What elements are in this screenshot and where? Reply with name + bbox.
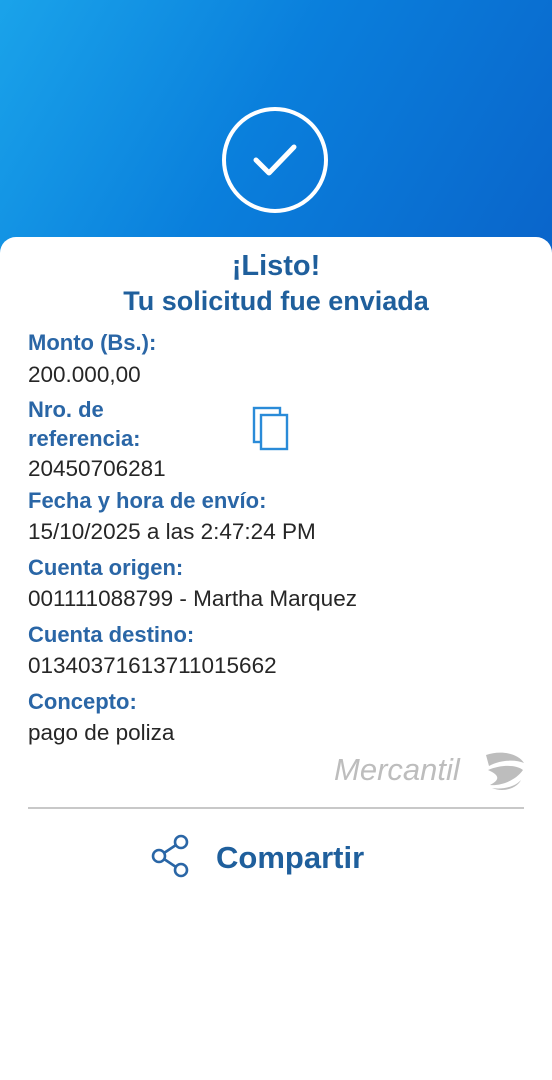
- datetime-value: 15/10/2025 a las 2:47:24 PM: [28, 519, 316, 544]
- destination-account-label: Cuenta destino:: [28, 622, 195, 647]
- amount-label: Monto (Bs.):: [28, 330, 157, 355]
- success-subtitle: Tu solicitud fue enviada: [123, 286, 429, 316]
- success-title: ¡Listo!: [231, 250, 321, 282]
- mercantil-logo: Mercantil: [334, 746, 528, 796]
- receipt-card: ¡Listo! Tu solicitud fue enviada Monto (…: [0, 237, 552, 1080]
- brand-name: Mercantil: [334, 752, 461, 787]
- share-button[interactable]: Compartir: [150, 834, 390, 882]
- reference-label-line1: Nro. de: [28, 397, 104, 422]
- reference-label-line2: referencia:: [28, 426, 141, 451]
- copy-icon[interactable]: [252, 406, 290, 452]
- source-account-label: Cuenta origen:: [28, 555, 184, 580]
- share-label: Compartir: [216, 840, 365, 875]
- share-icon: [150, 834, 192, 883]
- check-circle-icon: [222, 107, 328, 213]
- concept-label: Concepto:: [28, 689, 137, 714]
- datetime-label: Fecha y hora de envío:: [28, 488, 267, 513]
- concept-value: pago de poliza: [28, 720, 175, 745]
- divider: [28, 807, 524, 809]
- reference-value: 20450706281: [28, 456, 166, 481]
- amount-value: 200.000,00: [28, 362, 141, 387]
- source-account-value: 001111088799 - Martha Marquez: [28, 586, 357, 611]
- destination-account-value: 01340371613711015662: [28, 653, 277, 678]
